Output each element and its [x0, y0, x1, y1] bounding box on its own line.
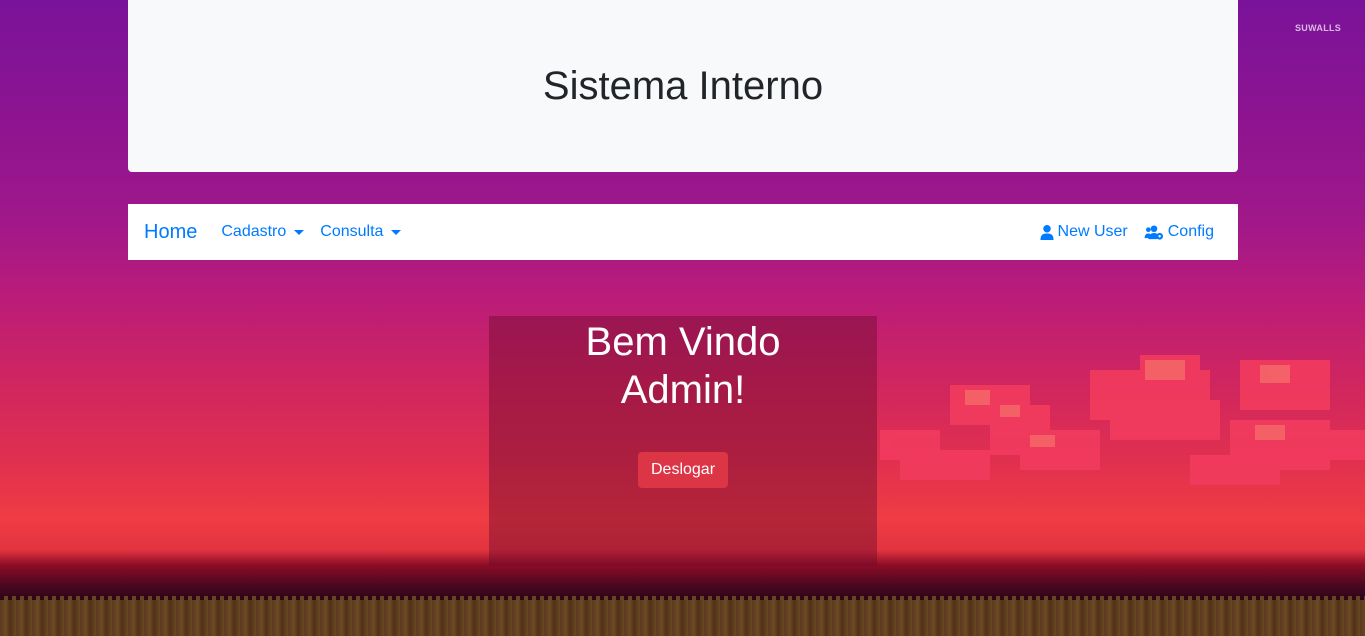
- ground: [0, 600, 1365, 636]
- nav-cadastro-dropdown[interactable]: Cadastro: [221, 223, 305, 241]
- nav-cadastro-label: Cadastro: [221, 223, 287, 240]
- nav-new-user-label: New User: [1057, 223, 1128, 240]
- nav-home-link[interactable]: Home: [144, 221, 197, 244]
- nav-config-link[interactable]: Config: [1144, 223, 1214, 241]
- caret-down-icon: [294, 229, 305, 235]
- header-card: Sistema Interno: [128, 0, 1238, 172]
- watermark: SUWALLS: [1295, 23, 1342, 33]
- logout-button[interactable]: Deslogar: [637, 452, 729, 488]
- nav-right-group: New User Config: [1024, 223, 1222, 241]
- caret-down-icon: [391, 229, 402, 235]
- user-icon: [1039, 224, 1054, 240]
- page-title: Sistema Interno: [542, 63, 824, 108]
- nav-new-user-link[interactable]: New User: [1039, 223, 1128, 241]
- welcome-panel: Bem Vindo Admin! Deslogar: [489, 316, 877, 566]
- users-cog-icon: [1144, 224, 1163, 240]
- nav-consulta-label: Consulta: [320, 223, 384, 240]
- nav-consulta-dropdown[interactable]: Consulta: [320, 223, 402, 241]
- welcome-line-1: Bem Vindo: [585, 320, 781, 364]
- welcome-heading: Bem Vindo Admin!: [489, 316, 877, 414]
- welcome-line-2: Admin!: [620, 368, 746, 412]
- navbar: Home Cadastro Consulta New User Config: [128, 204, 1238, 260]
- nav-config-label: Config: [1167, 223, 1214, 240]
